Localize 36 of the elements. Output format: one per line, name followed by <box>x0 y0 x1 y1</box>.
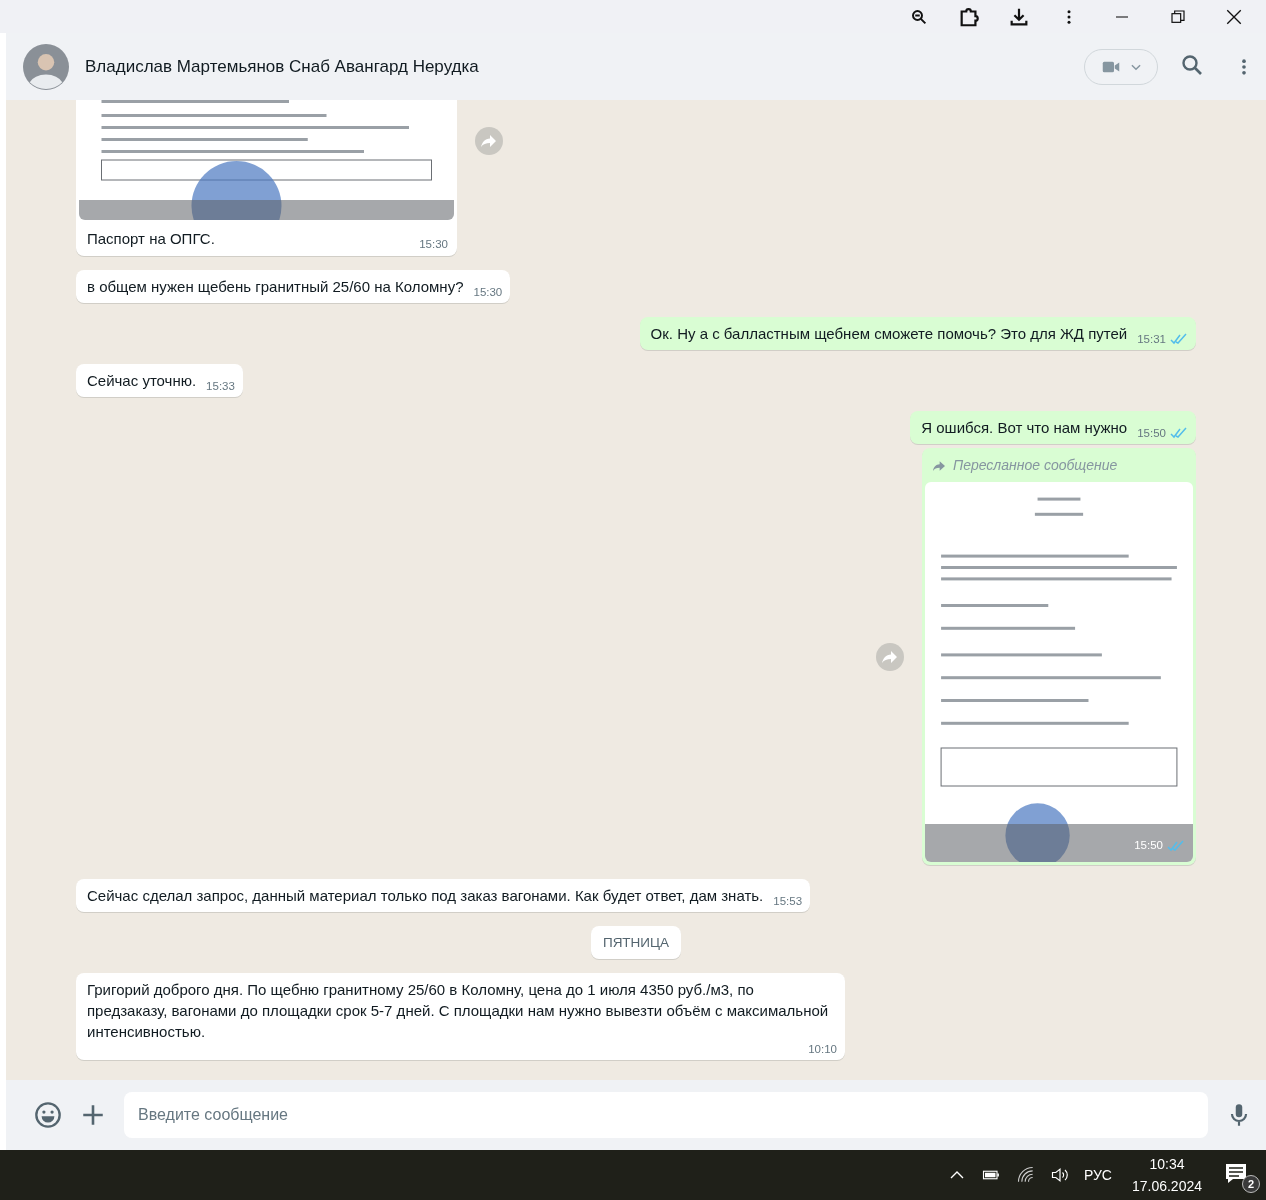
message-time: 15:33 <box>206 379 235 393</box>
wifi-icon[interactable] <box>1015 1165 1036 1185</box>
speaker-icon[interactable] <box>1049 1165 1070 1185</box>
forwarded-label: Пересланное сообщение <box>953 456 1118 475</box>
message-text: Ок. Ну а с балластным щебнем сможете помочь? Это для ЖД путей <box>650 324 1128 344</box>
message-text: Сейчас сделал запрос, данный материал только под заказ вагонами. Как будет ответ, дам знать. <box>87 886 764 906</box>
video-call-button[interactable] <box>1084 48 1158 85</box>
message-text: Я ошибся. Вот что нам нужно <box>921 418 1128 438</box>
avatar <box>23 43 69 90</box>
clock-date: 17.06.2024 <box>1131 1178 1202 1194</box>
message-text: в общем нужен щебень гранитный 25/60 на Коломну? <box>87 277 464 297</box>
notification-icon[interactable] <box>1224 1161 1248 1185</box>
message-time: 15:30 <box>419 237 448 251</box>
message-time: 15:31 <box>1137 332 1166 346</box>
image-caption: Паспорт на ОПГС. <box>87 229 216 249</box>
message-text: Григорий доброго дня. По щебню гранитному 25/60 в Коломну, цена до 1 июля 4350 руб./м3, по предзаказу, вагонами до площадки срок 5-7 дней. С площадки нам нужно вывезти объём с максимальной интенсивностью. <box>87 980 830 1042</box>
date-separator: ПЯТНИЦА <box>590 926 682 959</box>
clock[interactable]: 10:34 17.06.2024 <box>1131 1156 1202 1194</box>
restore-icon[interactable] <box>1170 8 1186 25</box>
message-time: 15:50 <box>1137 426 1166 440</box>
puzzle-icon[interactable] <box>958 5 980 28</box>
close-icon[interactable] <box>1225 7 1243 26</box>
message-time: 15:53 <box>773 894 803 908</box>
notification-badge: 2 <box>1242 1175 1260 1193</box>
message-text: Сейчас уточню. <box>87 371 197 391</box>
plus-icon[interactable] <box>80 1102 106 1128</box>
message-time: 15:50 <box>1134 838 1163 853</box>
search-icon[interactable] <box>1180 52 1204 77</box>
clock-time: 10:34 <box>1149 1156 1185 1172</box>
emoji-icon[interactable] <box>34 1101 62 1129</box>
language-indicator[interactable]: РУС <box>1083 1167 1112 1183</box>
message-time: 10:10 <box>808 1042 837 1056</box>
message-input[interactable]: Введите сообщение <box>124 1092 1208 1138</box>
zoom-out-icon[interactable] <box>910 7 928 26</box>
contact-name[interactable]: Владислав Мартемьянов Снаб Авангард Нерудка <box>85 56 1084 77</box>
message-time: 15:30 <box>473 285 503 299</box>
